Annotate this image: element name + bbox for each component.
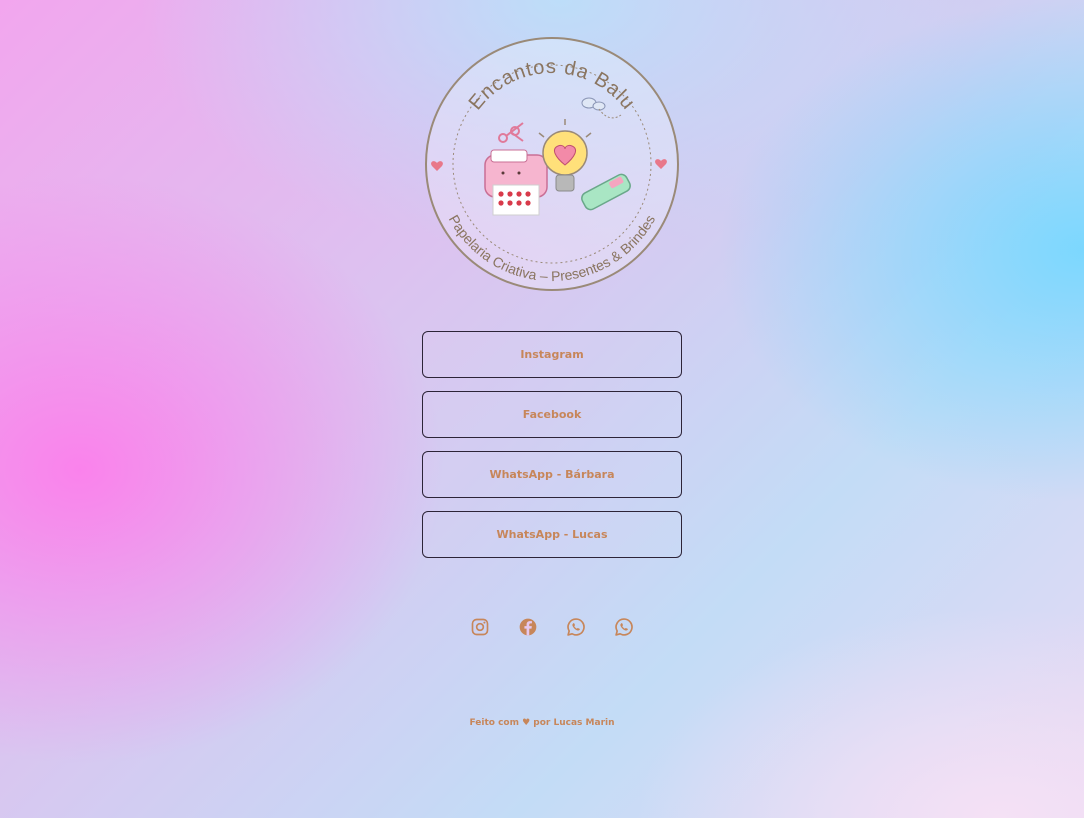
whatsapp-icon[interactable] [564,615,588,639]
social-icons [468,615,636,639]
brand-logo: Encantos da Balu Papelaria Criativa – Pr… [423,35,681,293]
facebook-icon[interactable] [516,615,540,639]
whatsapp-lucas-link-button[interactable]: WhatsApp - Lucas [422,511,682,558]
footer-credit: Feito com ♥ por Lucas Marin [469,718,615,728]
instagram-link-button[interactable]: Instagram [422,331,682,378]
printer-icon [484,149,548,216]
link-list: Instagram Facebook WhatsApp - Bárbara Wh… [422,331,682,571]
facebook-link-button[interactable]: Facebook [422,391,682,438]
whatsapp-barbara-link-button[interactable]: WhatsApp - Bárbara [422,451,682,498]
instagram-icon[interactable] [468,615,492,639]
whatsapp-icon[interactable] [612,615,636,639]
